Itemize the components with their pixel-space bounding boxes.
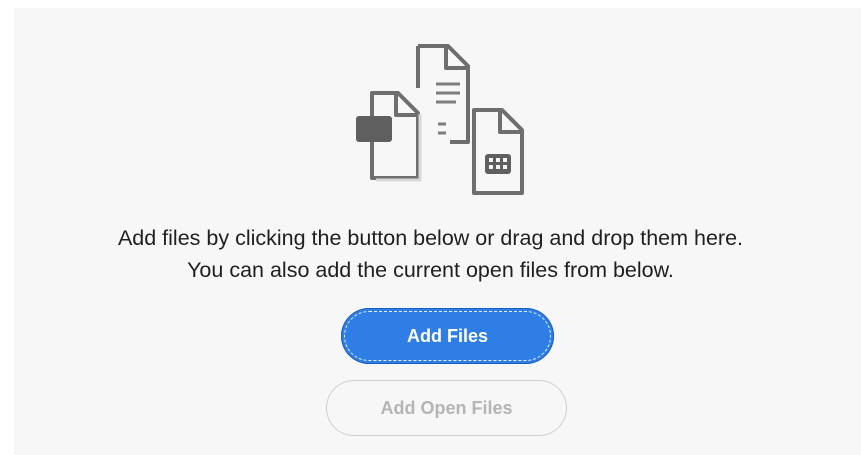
add-files-button[interactable]: Add Files [341,308,554,364]
instruction-line-2: You can also add the current open files … [187,258,674,282]
presentation-document-icon [356,91,422,182]
drop-zone-instructions: Add files by clicking the button below o… [0,222,861,286]
add-open-files-button[interactable]: Add Open Files [326,380,567,436]
text-document-icon [416,44,470,144]
spreadsheet-document-icon [472,108,524,195]
instruction-line-1: Add files by clicking the button below o… [117,226,744,250]
add-open-files-button-label: Add Open Files [380,397,513,418]
documents-stack-icon [350,36,550,196]
add-files-button-label: Add Files [406,325,488,346]
